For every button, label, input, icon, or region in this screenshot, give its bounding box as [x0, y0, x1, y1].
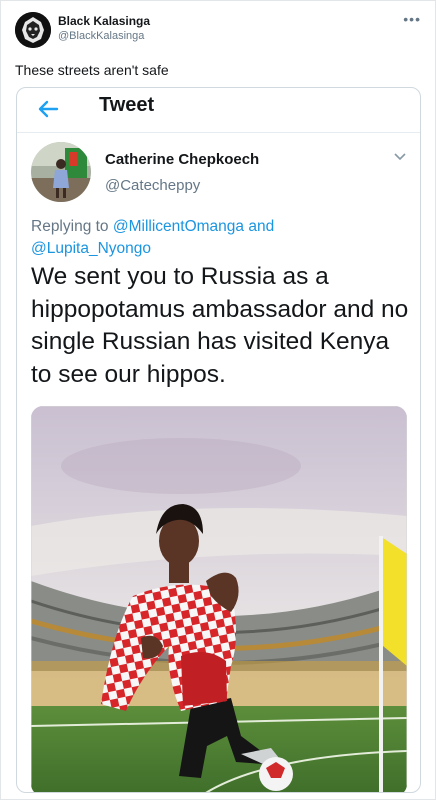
embedded-handle[interactable]: @Catecheppy: [105, 177, 200, 194]
outer-handle[interactable]: @BlackKalasinga: [58, 30, 144, 42]
tweet-photo[interactable]: [31, 406, 407, 792]
outer-tweet-text: These streets aren't safe: [15, 62, 169, 78]
replying-to-line: Replying to @MillicentOmanga and @Lupita…: [31, 216, 411, 260]
replying-prefix: Replying to: [31, 218, 109, 235]
embedded-display-name[interactable]: Catherine Chepkoech: [105, 151, 259, 168]
stadium-photo: [31, 406, 407, 792]
left-arrow-icon[interactable]: [37, 92, 59, 127]
mention-link[interactable]: @Lupita_Nyongo: [31, 240, 151, 257]
lion-logo-icon: [15, 12, 51, 48]
chevron-down-icon[interactable]: [392, 148, 408, 169]
tweet-header-bar: Tweet: [17, 88, 420, 133]
embedded-avatar[interactable]: [31, 142, 91, 202]
more-dots-icon[interactable]: •••: [403, 11, 421, 27]
header-title: Tweet: [99, 94, 155, 116]
outer-display-name[interactable]: Black Kalasinga: [58, 14, 150, 28]
tweet-container: Black Kalasinga @BlackKalasinga ••• Thes…: [0, 0, 436, 800]
outer-avatar[interactable]: [15, 12, 51, 48]
mention-link[interactable]: @MillicentOmanga: [113, 218, 244, 235]
embedded-tweet-screenshot: Tweet Catherine Chepkoech @Catecheppy Re…: [16, 87, 421, 793]
embedded-tweet-text: We sent you to Russia as a hippopotamus …: [31, 263, 409, 388]
mention-join: and: [248, 218, 275, 235]
